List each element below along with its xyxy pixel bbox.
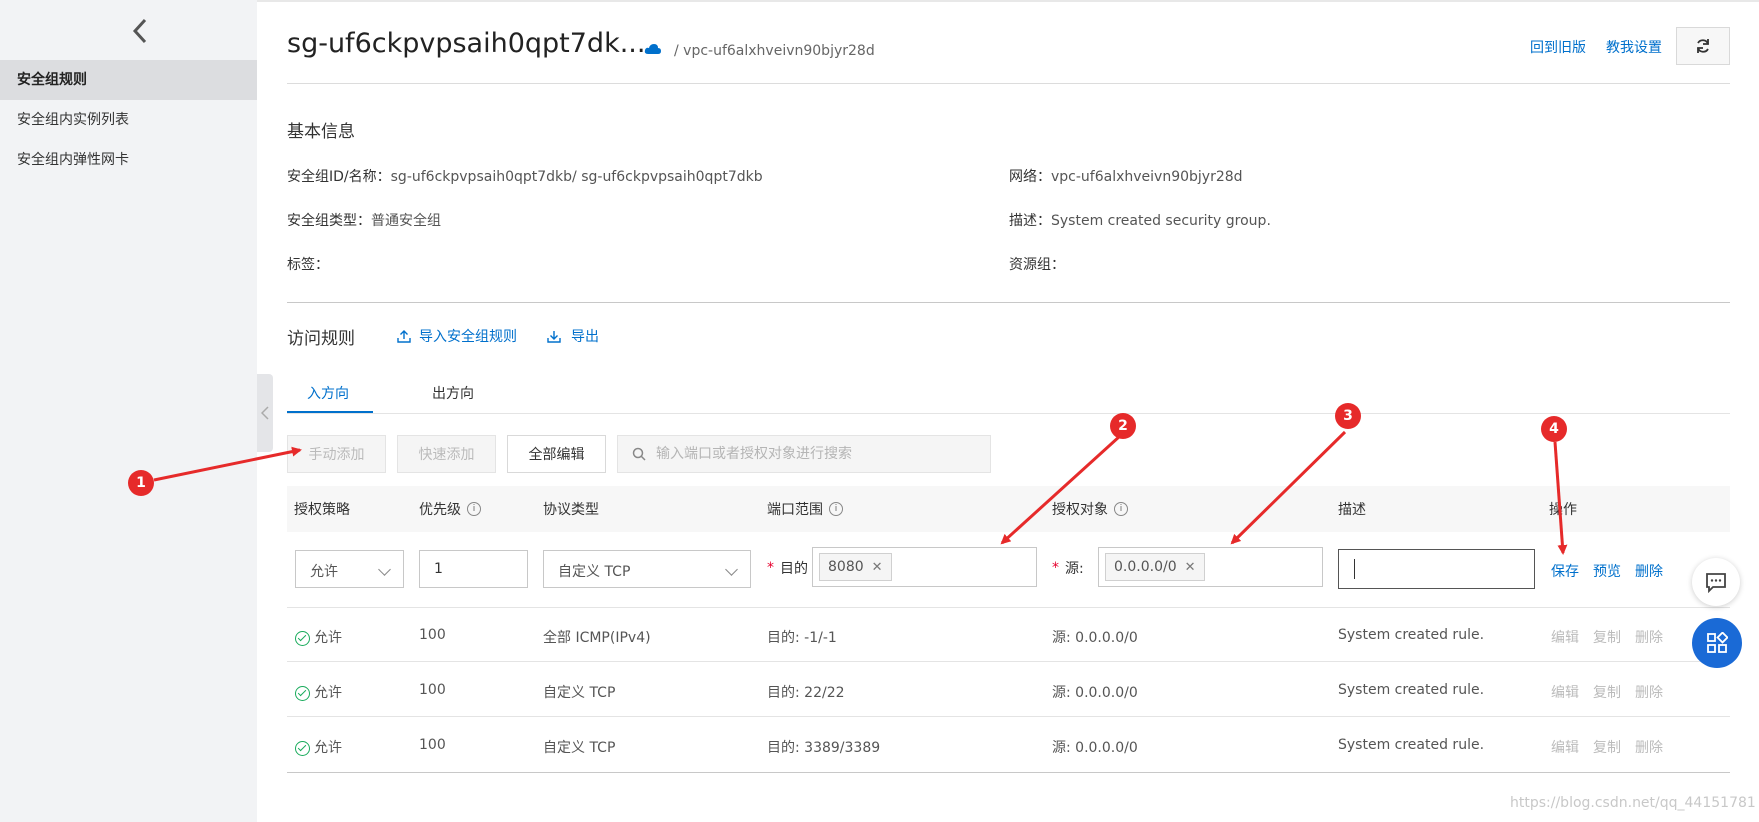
watermark: https://blog.csdn.net/qq_44151781 [1510,795,1756,811]
arrow-2 [1002,436,1120,543]
annotation-badge-1: 1 [128,470,154,496]
arrow-3 [1232,432,1345,543]
apps-button[interactable] [1692,618,1742,668]
arrow-4 [1555,442,1563,553]
annotation-badge-2: 2 [1110,413,1136,439]
chat-button[interactable] [1692,558,1740,606]
annotation-arrows [0,0,1759,822]
annotation-badge-3: 3 [1335,403,1361,429]
annotation-badge-4: 4 [1541,416,1567,442]
chat-icon [1705,571,1727,593]
arrow-1 [154,450,300,480]
apps-grid-icon [1706,632,1728,654]
